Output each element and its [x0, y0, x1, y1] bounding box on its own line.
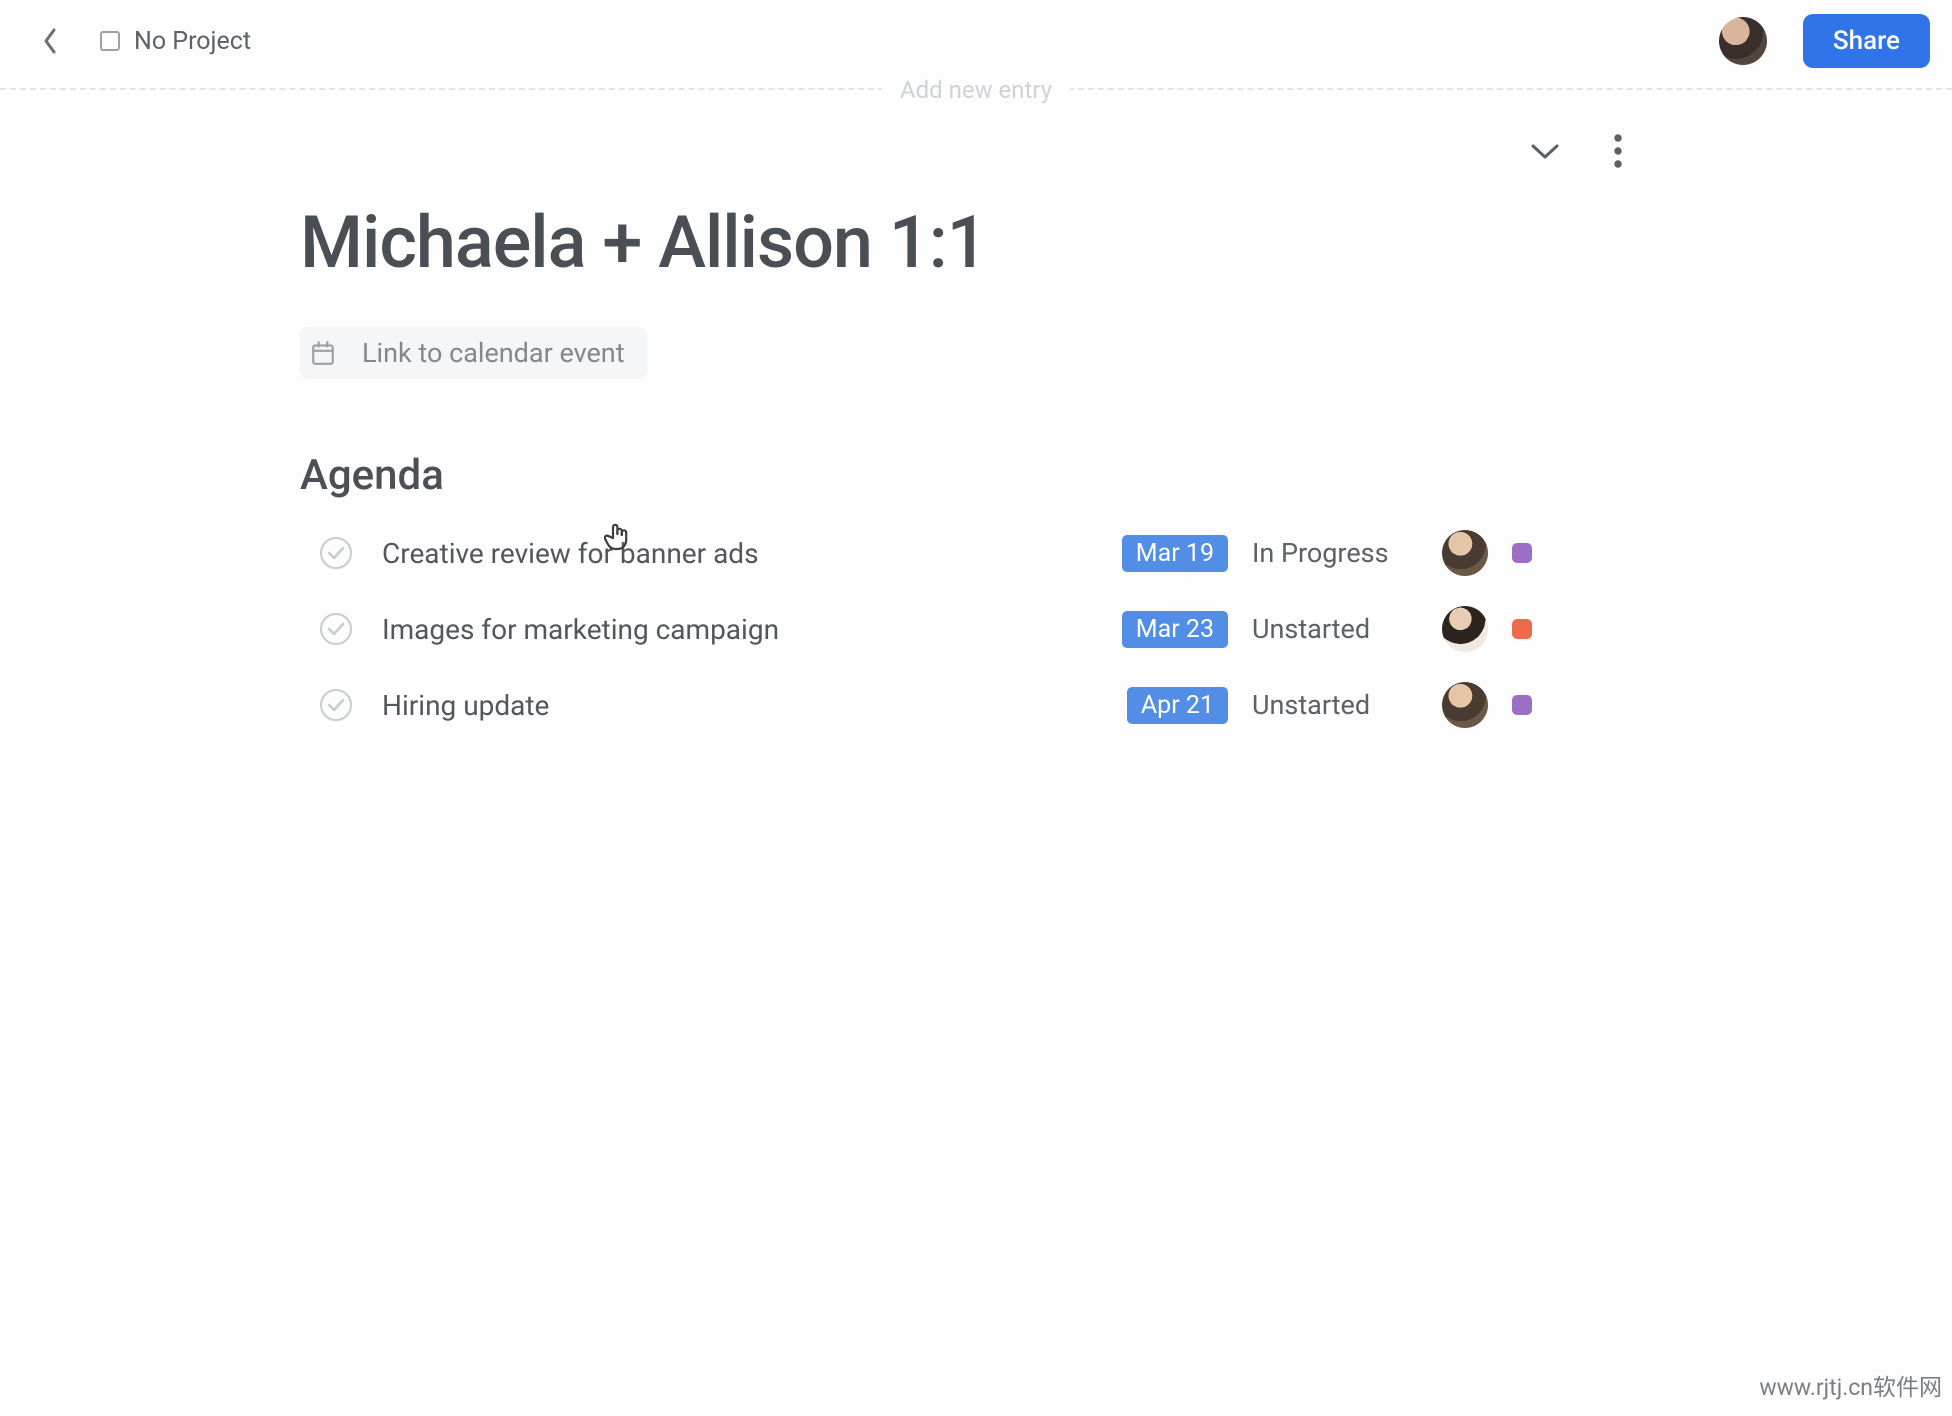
assignee-avatar[interactable]	[1442, 530, 1488, 576]
calendar-link-label: Link to calendar event	[362, 337, 625, 369]
chevron-down-icon[interactable]	[1530, 141, 1560, 161]
share-button[interactable]: Share	[1803, 14, 1930, 68]
task-checkbox[interactable]	[320, 613, 352, 645]
project-label[interactable]: No Project	[134, 27, 251, 56]
user-avatar[interactable]	[1719, 17, 1767, 65]
agenda-row[interactable]: Creative review for banner ads Mar 19 In…	[300, 530, 1652, 576]
task-date-badge[interactable]: Mar 19	[1122, 535, 1228, 572]
calendar-icon	[310, 340, 336, 366]
entry-controls	[1530, 134, 1622, 168]
calendar-link-button[interactable]: Link to calendar event	[300, 327, 647, 379]
task-title: Creative review for banner ads	[382, 537, 1122, 570]
task-checkbox[interactable]	[320, 689, 352, 721]
task-checkbox[interactable]	[320, 537, 352, 569]
back-button[interactable]	[30, 21, 70, 61]
check-icon	[327, 698, 345, 712]
agenda-list: Creative review for banner ads Mar 19 In…	[300, 530, 1652, 728]
task-date-badge[interactable]: Mar 23	[1122, 611, 1228, 648]
topbar: No Project Share Add new entry	[0, 0, 1952, 90]
chevron-left-icon	[42, 28, 58, 54]
task-status[interactable]: Unstarted	[1252, 689, 1422, 721]
task-color-tag[interactable]	[1512, 543, 1532, 563]
task-status[interactable]: Unstarted	[1252, 613, 1422, 645]
task-color-tag[interactable]	[1512, 619, 1532, 639]
project-checkbox[interactable]	[100, 31, 120, 51]
task-date-badge[interactable]: Apr 21	[1127, 687, 1228, 724]
task-title: Hiring update	[382, 689, 1122, 722]
task-title: Images for marketing campaign	[382, 613, 1122, 646]
assignee-avatar[interactable]	[1442, 606, 1488, 652]
assignee-avatar[interactable]	[1442, 682, 1488, 728]
check-icon	[327, 622, 345, 636]
more-vertical-icon[interactable]	[1614, 134, 1622, 168]
watermark-text: www.rjtj.cn软件网	[1759, 1368, 1942, 1402]
page-title: Michaela + Allison 1:1	[300, 200, 1652, 285]
content-area: Michaela + Allison 1:1 Link to calendar …	[0, 90, 1952, 728]
check-icon	[327, 546, 345, 560]
agenda-row[interactable]: Hiring update Apr 21 Unstarted	[300, 682, 1652, 728]
task-status[interactable]: In Progress	[1252, 537, 1422, 569]
agenda-row[interactable]: Images for marketing campaign Mar 23 Uns…	[300, 606, 1652, 652]
topbar-right: Share	[1719, 14, 1930, 68]
agenda-heading: Agenda	[300, 451, 1652, 500]
task-color-tag[interactable]	[1512, 695, 1532, 715]
